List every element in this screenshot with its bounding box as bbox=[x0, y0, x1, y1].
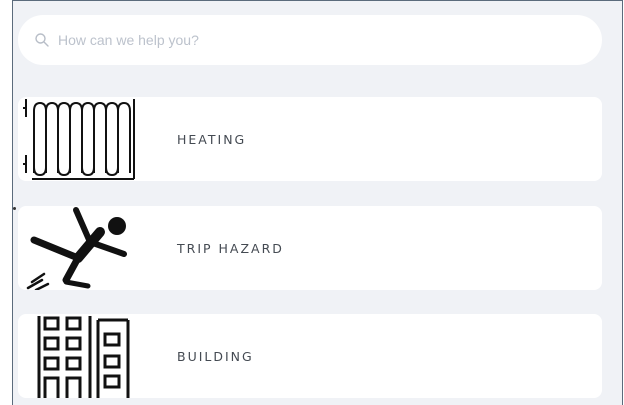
category-label: HEATING bbox=[177, 131, 247, 147]
category-label: TRIP HAZARD bbox=[177, 240, 284, 256]
category-label: BUILDING bbox=[177, 348, 254, 364]
building-icon bbox=[18, 314, 136, 398]
help-panel: HEATING TRIP HAZARD bbox=[12, 0, 623, 405]
category-card-heating[interactable]: HEATING bbox=[18, 97, 602, 181]
search-icon bbox=[34, 32, 50, 48]
radiator-icon bbox=[18, 97, 136, 181]
edge-marker bbox=[13, 207, 16, 210]
trip-hazard-icon bbox=[18, 206, 136, 290]
search-input[interactable] bbox=[58, 32, 558, 48]
search-bar[interactable] bbox=[18, 15, 602, 65]
category-card-trip-hazard[interactable]: TRIP HAZARD bbox=[18, 206, 602, 290]
category-card-building[interactable]: BUILDING bbox=[18, 314, 602, 398]
